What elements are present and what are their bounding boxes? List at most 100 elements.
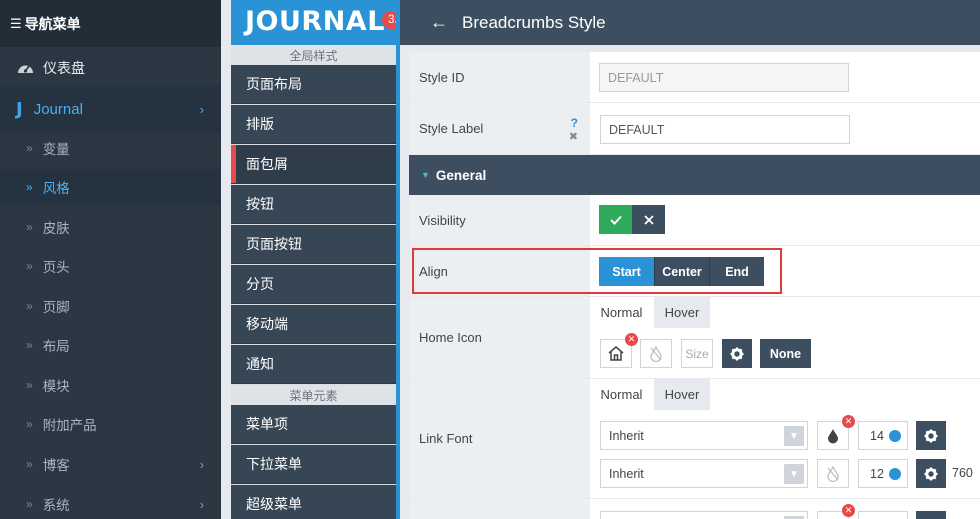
- section-heading-menu: 菜单元素: [231, 385, 396, 405]
- drop-slash-icon: [827, 465, 839, 482]
- nav-item-footer[interactable]: » 页脚: [0, 288, 221, 324]
- visibility-toggle: [599, 205, 665, 234]
- nav-item-styles[interactable]: » 风格: [0, 169, 221, 205]
- row-next: ▼ ✕: [409, 499, 980, 519]
- font-size-value: 12: [870, 466, 884, 481]
- back-arrow-icon[interactable]: ←: [430, 12, 448, 33]
- style-label-input[interactable]: DEFAULT: [600, 115, 850, 144]
- nav-item-skins[interactable]: » 皮肤: [0, 209, 221, 245]
- nav-item-label: 页脚: [42, 300, 70, 315]
- nav-item-layout[interactable]: » 布局: [0, 327, 221, 363]
- section-heading-global: 全局样式: [231, 45, 396, 65]
- menu-scrollbar[interactable]: [396, 0, 400, 519]
- font-settings-button-2[interactable]: [916, 459, 946, 488]
- icon-none-button[interactable]: None: [760, 339, 811, 368]
- nav-item-system[interactable]: » 系统 ›: [0, 486, 221, 519]
- icon-size-input[interactable]: Size: [681, 339, 713, 368]
- journal-menu: JOURNAL 3.1.8 全局样式 页面布局 排版 面包屑 按钮 页面按钮 分…: [231, 0, 420, 519]
- menu-item-mega-menu[interactable]: 超级菜单: [231, 485, 396, 519]
- menu-item-typography[interactable]: 排版: [231, 105, 396, 144]
- double-chevron-icon: »: [26, 141, 33, 155]
- menu-item-buttons[interactable]: 按钮: [231, 185, 396, 224]
- tab-normal[interactable]: Normal: [590, 379, 653, 410]
- highlight-box: [412, 248, 782, 294]
- visibility-on-button[interactable]: [599, 205, 632, 234]
- double-chevron-icon: »: [26, 180, 33, 194]
- font-size-toggle-icon[interactable]: [889, 468, 901, 480]
- row-visibility: Visibility: [409, 195, 980, 246]
- menu-item-dropdown[interactable]: 下拉菜单: [231, 445, 396, 484]
- reset-x-icon[interactable]: ✖: [569, 130, 578, 143]
- font-size-toggle-icon[interactable]: [889, 430, 901, 442]
- nav-item-modules[interactable]: » 模块: [0, 367, 221, 403]
- gear-icon: [924, 467, 938, 480]
- font-family-select[interactable]: Inherit ▼: [600, 421, 808, 450]
- nav-item-addons[interactable]: » 附加产品: [0, 406, 221, 442]
- remove-icon-button[interactable]: ✕: [625, 333, 638, 346]
- nav-header[interactable]: ☰ 导航菜单: [0, 0, 221, 47]
- visibility-off-button[interactable]: [632, 205, 665, 234]
- style-id-control: DEFAULT: [590, 52, 980, 102]
- icon-color-picker[interactable]: [640, 339, 672, 368]
- icon-settings-button[interactable]: [722, 339, 752, 368]
- menu-item-breadcrumbs[interactable]: 面包屑: [231, 145, 396, 184]
- visibility-label: Visibility: [409, 195, 590, 245]
- nav-item-label: 布局: [42, 339, 70, 354]
- row-style-label: Style Label ? ✖ DEFAULT: [409, 103, 980, 155]
- drop-icon: [828, 428, 838, 443]
- close-icon: [643, 214, 654, 225]
- menu-item-mobile[interactable]: 移动端: [231, 305, 396, 344]
- journal-logo-bar: JOURNAL 3.1.8: [231, 0, 420, 45]
- nav-item-label: 皮肤: [42, 221, 70, 236]
- style-id-input: DEFAULT: [599, 63, 849, 92]
- nav-item-label: 风格: [42, 181, 70, 196]
- nav-item-journal[interactable]: J Journal ›: [0, 85, 221, 133]
- style-id-label: Style ID: [409, 52, 590, 102]
- nav-item-variables[interactable]: » 变量: [0, 130, 221, 166]
- remove-color-button[interactable]: ✕: [842, 415, 855, 428]
- check-icon: [609, 215, 622, 225]
- nav-item-label: 页头: [42, 260, 70, 275]
- menu-item-notifications[interactable]: 通知: [231, 345, 396, 384]
- nav-item-label: 仪表盘: [43, 60, 85, 76]
- font-family-select-3[interactable]: ▼: [600, 511, 808, 519]
- double-chevron-icon: »: [26, 417, 33, 431]
- font-weight-value[interactable]: 760: [952, 466, 973, 480]
- journal-logo: JOURNAL: [245, 6, 385, 37]
- nav-header-label: 导航菜单: [24, 15, 81, 32]
- chevron-down-icon: ▼: [784, 426, 804, 446]
- nav-item-header[interactable]: » 页头: [0, 248, 221, 284]
- gear-icon: [730, 347, 744, 360]
- help-icon[interactable]: ?: [571, 116, 578, 130]
- chevron-down-icon: ▼: [784, 464, 804, 484]
- menu-item-page-buttons[interactable]: 页面按钮: [231, 225, 396, 264]
- font-settings-button[interactable]: [916, 421, 946, 450]
- font-color-picker-2[interactable]: [817, 459, 849, 488]
- menu-item-pagination[interactable]: 分页: [231, 265, 396, 304]
- page-title: Breadcrumbs Style: [462, 12, 606, 32]
- font-family-select-2[interactable]: Inherit ▼: [600, 459, 808, 488]
- double-chevron-icon: »: [26, 497, 33, 511]
- nav-item-dashboard[interactable]: 仪表盘: [0, 48, 221, 88]
- font-size-input-2[interactable]: 12: [858, 459, 908, 488]
- menu-item-menu-item[interactable]: 菜单项: [231, 405, 396, 444]
- remove-color-button[interactable]: ✕: [842, 504, 855, 517]
- menu-icon: ☰: [10, 15, 22, 31]
- font-size-input-3[interactable]: [858, 511, 908, 519]
- double-chevron-icon: »: [26, 220, 33, 234]
- nav-item-label: 系统: [42, 498, 70, 513]
- tab-hover[interactable]: Hover: [654, 297, 710, 328]
- font-family-value: Inherit: [609, 466, 644, 481]
- drop-slash-icon: [650, 345, 662, 362]
- double-chevron-icon: »: [26, 378, 33, 392]
- chevron-right-icon: ›: [199, 101, 204, 117]
- section-general[interactable]: ▼ General: [409, 155, 980, 195]
- tab-normal[interactable]: Normal: [590, 297, 653, 328]
- font-settings-button-3[interactable]: [916, 511, 946, 519]
- menu-item-page-layout[interactable]: 页面布局: [231, 65, 396, 104]
- font-size-value: 14: [870, 428, 884, 443]
- font-size-input[interactable]: 14: [858, 421, 908, 450]
- dashboard-icon: [16, 61, 34, 75]
- nav-item-blog[interactable]: » 博客 ›: [0, 446, 221, 482]
- tab-hover[interactable]: Hover: [654, 379, 710, 410]
